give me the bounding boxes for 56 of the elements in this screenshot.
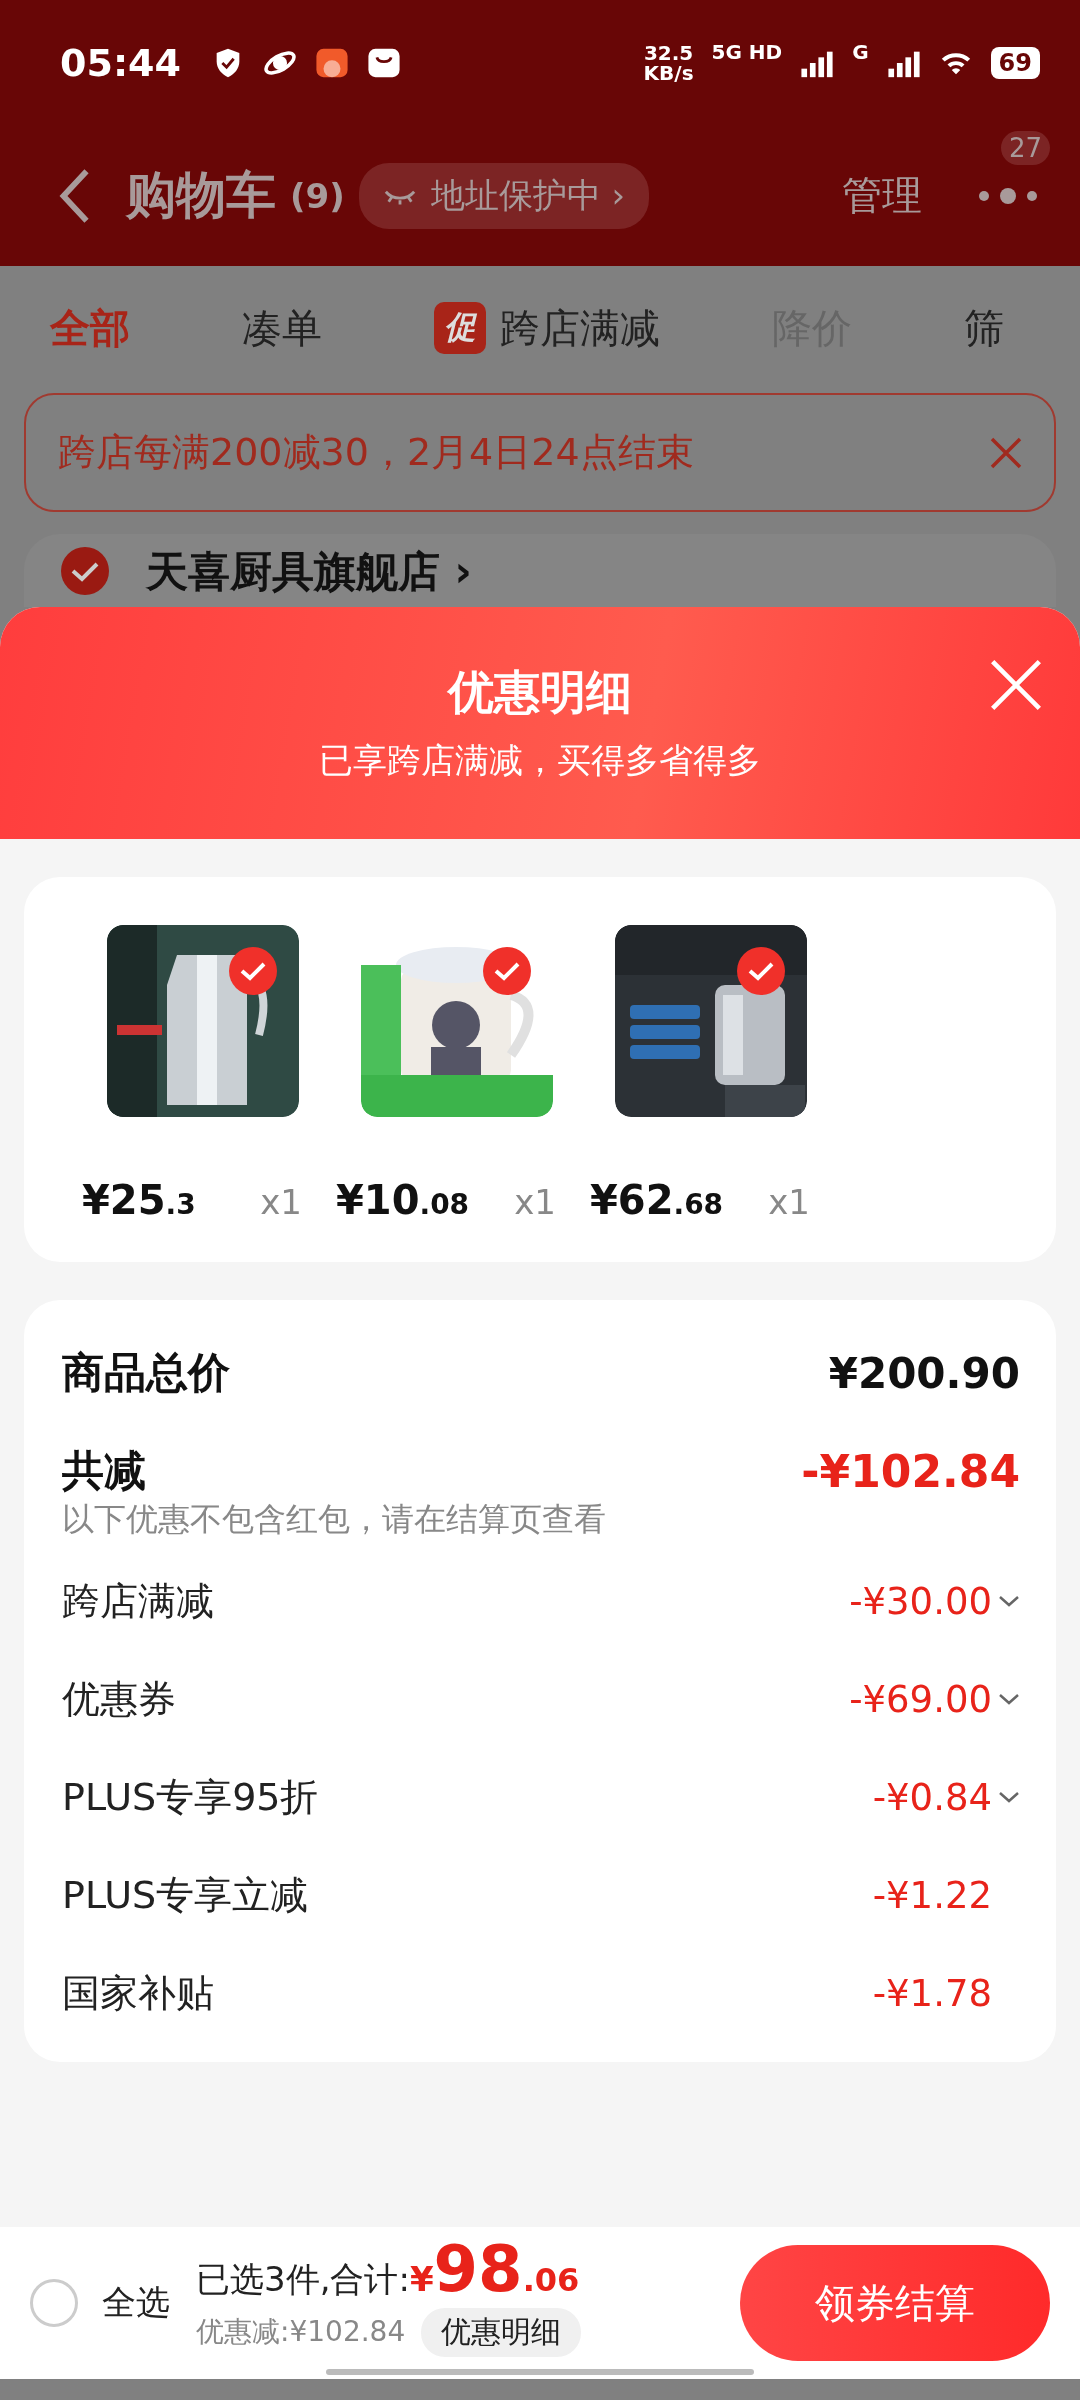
- total-amount: ¥200.90: [828, 1348, 1020, 1398]
- network-speed: 32.5: [643, 42, 694, 63]
- filter-tab[interactable]: 筛: [964, 300, 1004, 356]
- filter-tab[interactable]: 促 跨店满减: [434, 300, 660, 356]
- discount-item-label: PLUS专享立减: [62, 1871, 309, 1919]
- discount-item-amount: -¥69.00: [849, 1677, 992, 1721]
- network-label: 5G HD: [711, 40, 783, 64]
- battery-level: 69: [990, 46, 1040, 79]
- speed-unit: KB/s: [643, 62, 694, 83]
- manage-button[interactable]: 管理: [842, 168, 922, 223]
- promo-badge: 促: [434, 302, 486, 354]
- chevron-down-icon[interactable]: [998, 1692, 1020, 1706]
- close-icon: [988, 657, 1044, 713]
- cart-count: (9): [290, 175, 345, 216]
- discount-item-label: 优惠券: [62, 1675, 176, 1723]
- saved-amount: 优惠减:¥102.84: [196, 2314, 406, 2350]
- product-price: ¥10.08: [336, 1177, 470, 1223]
- sheet-title: 优惠明细: [448, 664, 632, 721]
- sheet-subtitle: 已享跨店满减，买得多省得多: [319, 739, 761, 782]
- select-all-checkbox[interactable]: [30, 2279, 78, 2327]
- pill-label: 地址保护中 ›: [430, 173, 626, 217]
- discount-item-label: PLUS专享95折: [62, 1773, 319, 1821]
- page-title: 购物车: [126, 165, 276, 226]
- select-all-label: 全选: [102, 2281, 170, 2324]
- close-button[interactable]: [988, 657, 1044, 713]
- checkbox[interactable]: [60, 546, 110, 596]
- discount-item-amount: -¥0.84: [872, 1775, 992, 1819]
- product-quantity: x1: [260, 1182, 302, 1222]
- discount-item-amount: -¥1.22: [872, 1873, 992, 1917]
- chevron-down-icon[interactable]: [998, 1790, 1020, 1804]
- status-time: 05:44: [60, 40, 181, 85]
- discount-item-amount: -¥30.00: [849, 1579, 992, 1623]
- details-chip[interactable]: 优惠明细: [421, 2307, 582, 2357]
- check-icon[interactable]: [229, 947, 277, 995]
- discount-note: 以下优惠不包含红包，请在结算页查看: [62, 1499, 607, 1540]
- address-protection-pill[interactable]: 地址保护中 ›: [358, 162, 650, 229]
- product-price: ¥25.3: [82, 1177, 196, 1223]
- product-quantity: x1: [514, 1182, 556, 1222]
- filter-tab[interactable]: 凑单: [242, 300, 322, 356]
- discount-item-label: 国家补贴: [62, 1969, 214, 2017]
- check-icon[interactable]: [483, 947, 531, 995]
- product-price: ¥62.68: [590, 1177, 724, 1223]
- checkout-button[interactable]: 领券结算: [740, 2245, 1050, 2361]
- discount-item-label: 跨店满减: [62, 1577, 214, 1625]
- check-icon[interactable]: [737, 947, 785, 995]
- chevron-down-icon[interactable]: [998, 1594, 1020, 1608]
- promo-banner-text: 跨店每满200减30，2月4日24点结束: [58, 429, 694, 476]
- discount-label: 共减: [62, 1445, 146, 1497]
- product-quantity: x1: [768, 1182, 810, 1222]
- discount-amount: -¥102.84: [801, 1445, 1020, 1497]
- network-label: G: [852, 40, 869, 64]
- discount-item-amount: -¥1.78: [872, 1971, 992, 2015]
- selected-total-label: 已选3件,合计:: [196, 2257, 410, 2301]
- total-price: ¥98.06: [409, 2231, 580, 2306]
- message-count-badge: 27: [1000, 130, 1050, 165]
- total-label: 商品总价: [62, 1347, 230, 1399]
